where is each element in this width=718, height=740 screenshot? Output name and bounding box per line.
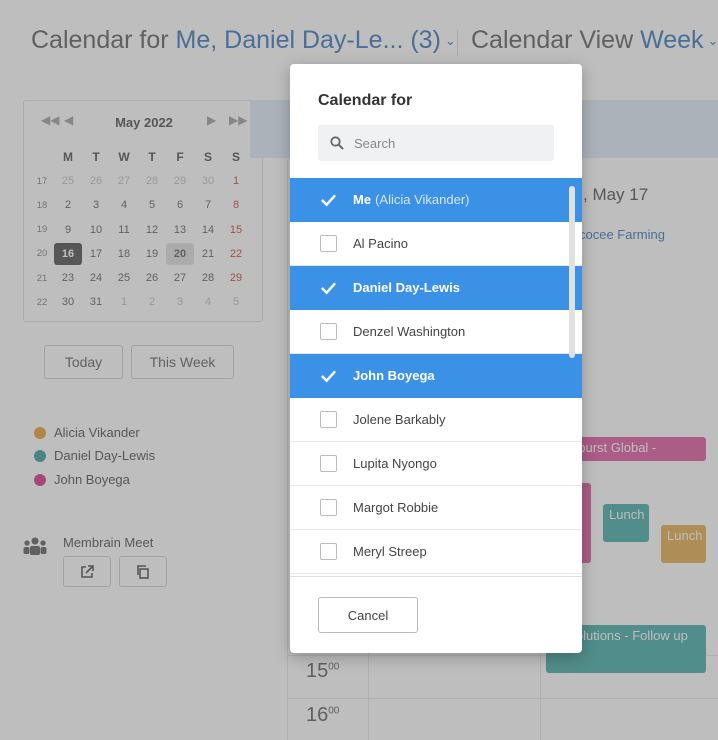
person-name: Daniel Day-Lewis: [353, 280, 460, 295]
checkmark-icon[interactable]: [320, 279, 337, 296]
person-option[interactable]: Me (Alicia Vikander): [290, 178, 582, 222]
checkbox[interactable]: [320, 411, 337, 428]
scrollbar[interactable]: [569, 186, 575, 358]
person-subtitle: (Alicia Vikander): [375, 192, 470, 207]
people-list: Me (Alicia Vikander) Al Pacino Daniel Day-L…: [290, 178, 582, 576]
checkmark-icon[interactable]: [320, 191, 337, 208]
person-option[interactable]: Jolene Barkably: [290, 398, 582, 442]
person-name: Me: [353, 192, 372, 207]
checkbox[interactable]: [320, 455, 337, 472]
person-name: Lupita Nyongo: [353, 456, 437, 471]
person-option[interactable]: Daniel Day-Lewis: [290, 266, 582, 310]
person-name: Denzel Washington: [353, 324, 466, 339]
cancel-button[interactable]: Cancel: [318, 597, 418, 633]
person-name: John Boyega: [353, 368, 435, 383]
person-name: Al Pacino: [353, 236, 408, 251]
person-option[interactable]: Meryl Streep: [290, 530, 582, 574]
checkbox[interactable]: [320, 323, 337, 340]
divider: [290, 576, 582, 577]
checkmark-icon[interactable]: [320, 367, 337, 384]
checkbox[interactable]: [320, 543, 337, 560]
person-option[interactable]: Al Pacino: [290, 222, 582, 266]
person-option[interactable]: Denzel Washington: [290, 310, 582, 354]
person-option[interactable]: Margot Robbie: [290, 486, 582, 530]
checkbox[interactable]: [320, 499, 337, 516]
checkbox[interactable]: [320, 235, 337, 252]
search-box[interactable]: [318, 125, 554, 161]
dialog-title: Calendar for: [318, 92, 413, 109]
search-input[interactable]: [354, 135, 534, 151]
person-name: Margot Robbie: [353, 500, 439, 515]
person-option[interactable]: Lupita Nyongo: [290, 442, 582, 486]
calendar-for-dialog: Calendar for Me(Alicia Vikander) Al Pacin…: [290, 64, 582, 653]
person-name: Meryl Streep: [353, 544, 427, 559]
search-icon: [330, 136, 344, 150]
person-option[interactable]: John Boyega: [290, 354, 582, 398]
person-name: Jolene Barkably: [353, 412, 446, 427]
